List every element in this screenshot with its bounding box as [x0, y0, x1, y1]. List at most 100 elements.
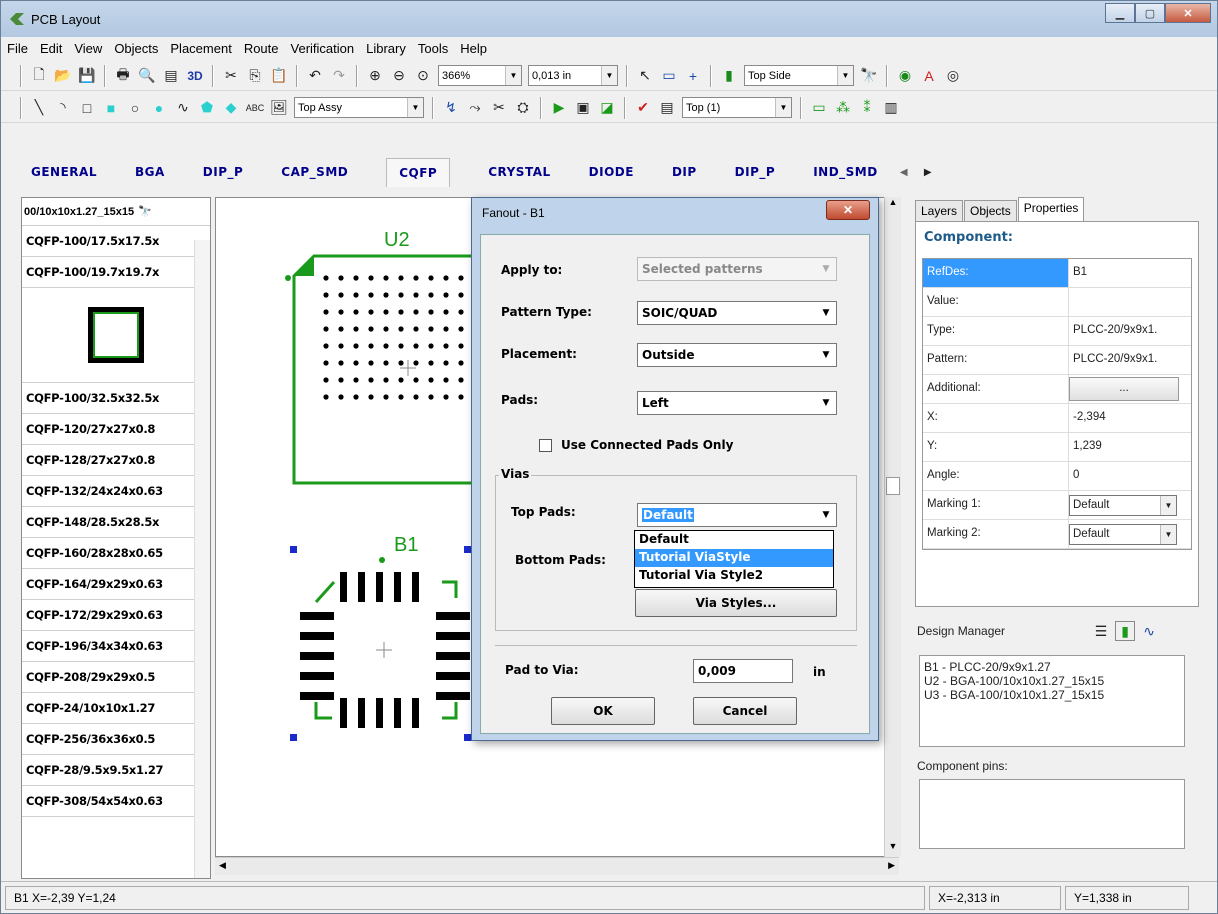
menu-view[interactable]: View	[74, 41, 102, 56]
route-tool-icon[interactable]: ⛭	[513, 98, 533, 118]
dropdown-option[interactable]: Default	[635, 531, 833, 549]
maximize-button[interactable]: ▢	[1135, 3, 1165, 23]
zoom-in-icon[interactable]: ⊕	[365, 66, 385, 86]
route-icon[interactable]: ↯	[441, 98, 461, 118]
tab-objects[interactable]: Objects	[964, 200, 1017, 221]
list-item[interactable]: CQFP-132/24x24x0.63	[22, 476, 210, 507]
property-row[interactable]: Additional:...	[923, 375, 1191, 404]
text-tool-icon[interactable]: A	[919, 66, 939, 86]
canvas-vscrollbar[interactable]: ▲ ▼	[884, 197, 901, 857]
property-row[interactable]: Marking 2: Default ▼	[923, 520, 1191, 549]
menu-verification[interactable]: Verification	[291, 41, 355, 56]
unroute-icon[interactable]: ✂	[489, 98, 509, 118]
route-multi-icon[interactable]: ⤳	[465, 98, 485, 118]
tab-properties[interactable]: Properties	[1017, 197, 1085, 221]
list-item[interactable]: CQFP-172/29x29x0.63	[22, 600, 210, 631]
view-3d-button[interactable]: 3D	[185, 66, 205, 86]
list-item[interactable]: CQFP-128/27x27x0.8	[22, 445, 210, 476]
list-item[interactable]: CQFP-28/9.5x9.5x1.27	[22, 755, 210, 786]
library-scrollbar[interactable]	[194, 240, 210, 878]
rectangle-icon[interactable]: □	[77, 98, 97, 118]
list-item[interactable]: B1 - PLCC-20/9x9x1.27	[924, 660, 1180, 674]
list-item[interactable]: U3 - BGA-100/10x10x1.27_15x15	[924, 688, 1180, 702]
property-value[interactable]: PLCC-20/9x9x1.	[1069, 346, 1191, 374]
property-row[interactable]: Y: 1,239	[923, 433, 1191, 462]
menu-library[interactable]: Library	[366, 41, 406, 56]
paste-icon[interactable]: 📋	[269, 66, 289, 86]
top-pads-select[interactable]: Default ▼	[637, 503, 837, 527]
menu-objects[interactable]: Objects	[114, 41, 158, 56]
binoculars-icon[interactable]: 🔭	[138, 205, 152, 218]
category-tab[interactable]: CRYSTAL	[488, 165, 550, 179]
component-filter-icon[interactable]: ▮	[1115, 621, 1136, 641]
pad-icon[interactable]: ◎	[943, 66, 963, 86]
property-value[interactable]: 0	[1069, 462, 1191, 490]
category-tab[interactable]: DIODE	[589, 165, 634, 179]
grid-combo[interactable]: 0,013 in ▼	[528, 65, 618, 86]
pad-to-via-input[interactable]: 0,009	[693, 659, 793, 683]
filled-rectangle-icon[interactable]: ■	[101, 98, 121, 118]
redo-icon[interactable]: ↷	[329, 66, 349, 86]
polyline-icon[interactable]: ∿	[173, 98, 193, 118]
component-icon[interactable]: ▮	[719, 66, 739, 86]
list-item[interactable]: CQFP-100/19.7x19.7x	[22, 257, 210, 288]
property-row[interactable]: Value:	[923, 288, 1191, 317]
property-row[interactable]: Type: PLCC-20/9x9x1.	[923, 317, 1191, 346]
layer-top-combo[interactable]: Top (1) ▼	[682, 97, 792, 118]
properties-icon[interactable]: ▥	[881, 98, 901, 118]
property-row[interactable]: RefDes: B1	[923, 259, 1191, 288]
text-icon[interactable]: ABC	[245, 98, 265, 118]
list-item[interactable]: CQFP-148/28.5x28.5x	[22, 507, 210, 538]
report-icon[interactable]: ▤	[161, 66, 181, 86]
layer-assy-combo[interactable]: Top Assy ▼	[294, 97, 424, 118]
open-folder-icon[interactable]: 📂	[53, 66, 73, 86]
image-icon[interactable]: 🖼	[269, 98, 289, 118]
list-item[interactable]: CQFP-100/32.5x32.5x	[22, 383, 210, 414]
pads-select[interactable]: Left ▼	[637, 391, 837, 415]
arc-icon[interactable]: ◝	[53, 98, 73, 118]
category-tab[interactable]: IND_SMD	[813, 165, 878, 179]
save-icon[interactable]: 💾	[77, 66, 97, 86]
selection-handle[interactable]	[290, 546, 297, 553]
menu-edit[interactable]: Edit	[40, 41, 62, 56]
list-item[interactable]: CQFP-120/27x27x0.8	[22, 414, 210, 445]
pattern-type-select[interactable]: SOIC/QUAD ▼	[637, 301, 837, 325]
property-value[interactable]: PLCC-20/9x9x1.	[1069, 317, 1191, 345]
netlist-icon[interactable]: ▭	[809, 98, 829, 118]
undo-icon[interactable]: ↶	[305, 66, 325, 86]
list-item[interactable]: CQFP-160/28x28x0.65	[22, 538, 210, 569]
list-item[interactable]: CQFP-208/29x29x0.5	[22, 662, 210, 693]
placement-select[interactable]: Outside ▼	[637, 343, 837, 367]
property-value[interactable]: 1,239	[1069, 433, 1191, 461]
category-tab[interactable]: DIP_P	[203, 165, 244, 179]
via-icon[interactable]: ◉	[895, 66, 915, 86]
property-row[interactable]: Angle: 0	[923, 462, 1191, 491]
library-search[interactable]: 00/10x10x1.27_15x15 🔭	[22, 198, 210, 226]
marking1-select[interactable]: Default ▼	[1069, 495, 1177, 516]
copy-icon[interactable]: ⎘	[245, 66, 265, 86]
menu-file[interactable]: File	[7, 41, 28, 56]
menu-tools[interactable]: Tools	[418, 41, 448, 56]
fill-shape-icon[interactable]: ◆	[221, 98, 241, 118]
list-item[interactable]: CQFP-24/10x10x1.27	[22, 693, 210, 724]
net-filter-icon[interactable]: ∿	[1139, 621, 1159, 641]
scroll-left-icon[interactable]: ◀	[894, 162, 914, 182]
polygon-icon[interactable]: ⬟	[197, 98, 217, 118]
category-tab[interactable]: GENERAL	[31, 165, 97, 179]
dialog-close-button[interactable]: ✕	[826, 200, 870, 220]
zoom-fit-icon[interactable]: ⊙	[413, 66, 433, 86]
pointer-icon[interactable]: ↖	[635, 66, 655, 86]
cancel-button[interactable]: Cancel	[693, 697, 797, 725]
menu-placement[interactable]: Placement	[170, 41, 231, 56]
close-button[interactable]: ✕	[1165, 3, 1211, 23]
autoroute-setup-icon[interactable]: ▣	[573, 98, 593, 118]
component-swap-icon[interactable]: ⁑	[857, 98, 877, 118]
component-place-icon[interactable]: ⁂	[833, 98, 853, 118]
sort-icon[interactable]: ☰	[1091, 621, 1111, 641]
category-tab[interactable]: BGA	[135, 165, 165, 179]
list-item[interactable]: CQFP-196/34x34x0.63	[22, 631, 210, 662]
dropdown-option-highlighted[interactable]: Tutorial ViaStyle	[635, 549, 833, 567]
binoculars-icon[interactable]: 🔭	[859, 66, 879, 86]
menu-route[interactable]: Route	[244, 41, 279, 56]
zoom-out-icon[interactable]: ⊖	[389, 66, 409, 86]
